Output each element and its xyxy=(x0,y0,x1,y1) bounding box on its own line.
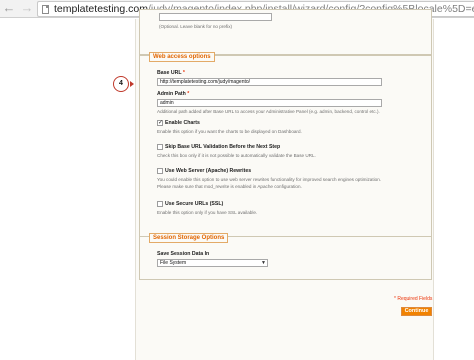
skip-validation-label: Skip Base URL Validation Before the Next… xyxy=(165,144,281,150)
page-icon xyxy=(42,5,49,14)
database-fieldset: (Optional. Leave blank for no prefix) xyxy=(139,9,432,55)
base-url-input[interactable]: http://templatetesting.com/judy/magento/ xyxy=(157,78,382,86)
continue-button[interactable]: Continue xyxy=(401,307,432,316)
secure-urls-label: Use Secure URLs (SSL) xyxy=(165,201,224,207)
step-number-badge: 4 xyxy=(113,76,129,92)
table-prefix-input[interactable] xyxy=(159,13,272,21)
base-url-label: Base URL * xyxy=(157,70,185,76)
required-fields-note: * Required Fields xyxy=(394,296,433,302)
chevron-down-icon: ▼ xyxy=(261,260,266,266)
session-storage-legend: Session Storage Options xyxy=(149,233,229,243)
table-prefix-note: (Optional. Leave blank for no prefix) xyxy=(159,24,233,29)
skip-validation-checkbox[interactable] xyxy=(157,144,163,150)
save-session-select[interactable]: File System ▼ xyxy=(157,259,268,267)
enable-charts-label: Enable Charts xyxy=(165,120,200,126)
skip-validation-note: Check this box only if it is not possibl… xyxy=(157,153,316,158)
web-server-rewrites-label: Use Web Server (Apache) Rewrites xyxy=(165,168,252,174)
web-access-fieldset: Web access options Base URL * http://tem… xyxy=(139,52,432,240)
install-form-column: (Optional. Leave blank for no prefix) We… xyxy=(135,9,434,360)
secure-urls-checkbox[interactable] xyxy=(157,201,163,207)
session-storage-fieldset: Session Storage Options Save Session Dat… xyxy=(139,233,432,280)
web-access-legend: Web access options xyxy=(149,52,215,62)
web-server-rewrites-note-1: You could enable this option to use web … xyxy=(157,177,382,182)
web-server-rewrites-checkbox[interactable] xyxy=(157,168,163,174)
page-body: (Optional. Leave blank for no prefix) We… xyxy=(0,9,474,360)
admin-path-note: Additional path added after Base URL to … xyxy=(157,109,380,114)
step-pointer-arrow-icon xyxy=(130,81,134,87)
forward-arrow-icon[interactable]: → xyxy=(20,1,34,15)
enable-charts-note: Enable this option if you want the chart… xyxy=(157,129,302,134)
secure-urls-note: Enable this option only if you have SSL … xyxy=(157,210,258,215)
admin-path-label: Admin Path * xyxy=(157,91,190,97)
save-session-value: File System xyxy=(160,260,187,266)
enable-charts-checkbox[interactable] xyxy=(157,119,163,126)
back-arrow-icon[interactable]: ← xyxy=(2,1,16,15)
web-server-rewrites-note-2: Please make sure that mod_rewrite is ena… xyxy=(157,184,302,189)
save-session-label: Save Session Data In xyxy=(157,251,210,257)
url-host: templatetesting.com xyxy=(54,3,148,15)
admin-path-input[interactable]: admin xyxy=(157,99,382,107)
